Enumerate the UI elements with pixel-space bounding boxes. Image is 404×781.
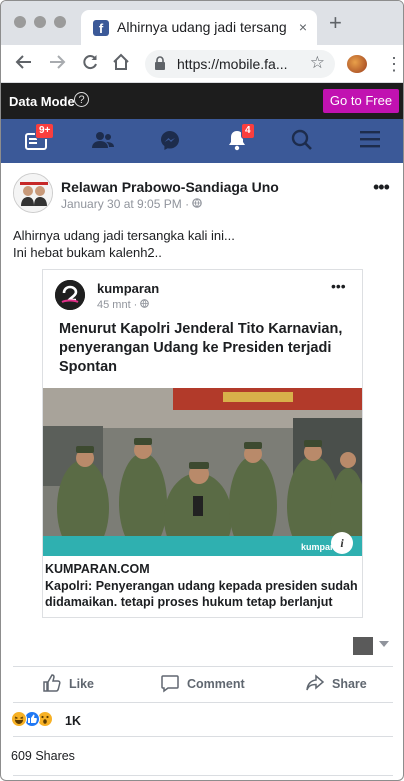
comment-icon: [161, 675, 179, 693]
address-bar[interactable]: https://mobile.fa... ☆: [145, 50, 335, 78]
shared-source-meta: 45 mnt ·: [97, 299, 150, 311]
window-minimize-dot[interactable]: [34, 16, 46, 28]
window-close-dot[interactable]: [14, 16, 26, 28]
divider: [13, 702, 393, 703]
link-domain[interactable]: KUMPARAN.COM: [45, 562, 150, 576]
new-tab-button[interactable]: +: [329, 12, 342, 34]
shared-headline: Menurut Kapolri Jenderal Tito Karnavian,…: [59, 321, 343, 375]
bookmark-star-icon[interactable]: ☆: [310, 53, 325, 73]
back-arrow-icon[interactable]: [15, 53, 33, 76]
search-icon[interactable]: [291, 129, 317, 153]
divider: [13, 736, 393, 737]
menu-hamburger-icon[interactable]: [359, 129, 385, 153]
shared-source-name[interactable]: kumparan: [97, 281, 159, 296]
post-text: Alhirnya udang jadi tersangka kali ini..…: [13, 227, 235, 261]
divider: [13, 775, 393, 776]
browser-toolbar: https://mobile.fa... ☆ ⋮: [1, 45, 403, 83]
comment-label: Comment: [187, 677, 245, 691]
url-text[interactable]: https://mobile.fa...: [177, 56, 299, 72]
reactions-count[interactable]: 1K: [65, 714, 81, 728]
globe-icon: [140, 299, 150, 308]
go-to-free-button[interactable]: Go to Free: [323, 89, 399, 113]
shares-count[interactable]: 609 Shares: [11, 749, 75, 763]
messenger-icon[interactable]: [159, 129, 185, 153]
kumparan-logo-icon[interactable]: [55, 280, 85, 310]
like-button[interactable]: Like: [43, 674, 95, 692]
data-mode-bar: Data Mode ? Go to Free: [1, 83, 403, 119]
post-text-line: Ini hebat bukam kalenh2..: [13, 245, 162, 260]
caret-down-icon[interactable]: [379, 641, 389, 647]
shared-timestamp: 45 mnt ·: [97, 299, 141, 311]
viewer-avatar[interactable]: [353, 637, 373, 655]
shared-options-icon[interactable]: •••: [331, 278, 346, 294]
reload-icon[interactable]: [81, 53, 99, 76]
share-arrow-icon: [306, 674, 325, 691]
page-avatar[interactable]: [13, 173, 53, 213]
facebook-favicon-icon: f: [93, 20, 109, 36]
help-icon[interactable]: ?: [74, 92, 89, 107]
post-options-icon[interactable]: •••: [373, 177, 390, 198]
comment-button[interactable]: Comment: [161, 675, 245, 693]
globe-icon: [192, 198, 203, 208]
post-meta: January 30 at 9:05 PM ·: [61, 197, 203, 211]
tab-strip: f Alhirnya udang jadi tersangka × +: [1, 1, 403, 45]
reactions-summary[interactable]: [11, 711, 111, 731]
extension-icon[interactable]: [347, 55, 367, 73]
tab-title: Alhirnya udang jadi tersangka: [117, 19, 287, 35]
browser-window: f Alhirnya udang jadi tersangka × + http…: [0, 0, 404, 781]
forward-arrow-icon[interactable]: [48, 53, 66, 76]
share-label: Share: [332, 677, 367, 691]
divider: [13, 666, 393, 667]
facebook-nav-bar: 9+ 4: [1, 119, 403, 163]
post-text-line: Alhirnya udang jadi tersangka kali ini..…: [13, 228, 235, 243]
haha-reaction-icon: [11, 711, 27, 727]
tab-close-icon[interactable]: ×: [299, 19, 307, 35]
browser-menu-icon[interactable]: ⋮: [385, 54, 403, 74]
share-button[interactable]: Share: [306, 674, 367, 691]
post-timestamp[interactable]: January 30 at 9:05 PM ·: [61, 197, 192, 211]
post-actions: Like Comment Share: [1, 669, 403, 701]
link-description[interactable]: Kapolri: Penyerangan udang kepada presid…: [45, 578, 360, 610]
window-zoom-dot[interactable]: [54, 16, 66, 28]
home-icon[interactable]: [112, 53, 130, 76]
info-icon[interactable]: i: [331, 532, 353, 554]
post-author[interactable]: Relawan Prabowo-Sandiaga Uno: [61, 179, 279, 195]
shared-post-card[interactable]: kumparan 45 mnt · ••• Menurut Kapolri Je…: [42, 269, 363, 618]
browser-tab[interactable]: f Alhirnya udang jadi tersangka ×: [81, 10, 317, 45]
news-photo[interactable]: kumparan i: [43, 388, 362, 556]
data-mode-label: Data Mode: [9, 94, 75, 109]
friends-icon[interactable]: [91, 129, 117, 153]
home-badge: 9+: [35, 123, 55, 139]
lock-icon[interactable]: [154, 56, 166, 76]
like-label: Like: [69, 677, 95, 691]
notifications-badge: 4: [241, 123, 255, 139]
thumbs-up-icon: [43, 674, 61, 692]
